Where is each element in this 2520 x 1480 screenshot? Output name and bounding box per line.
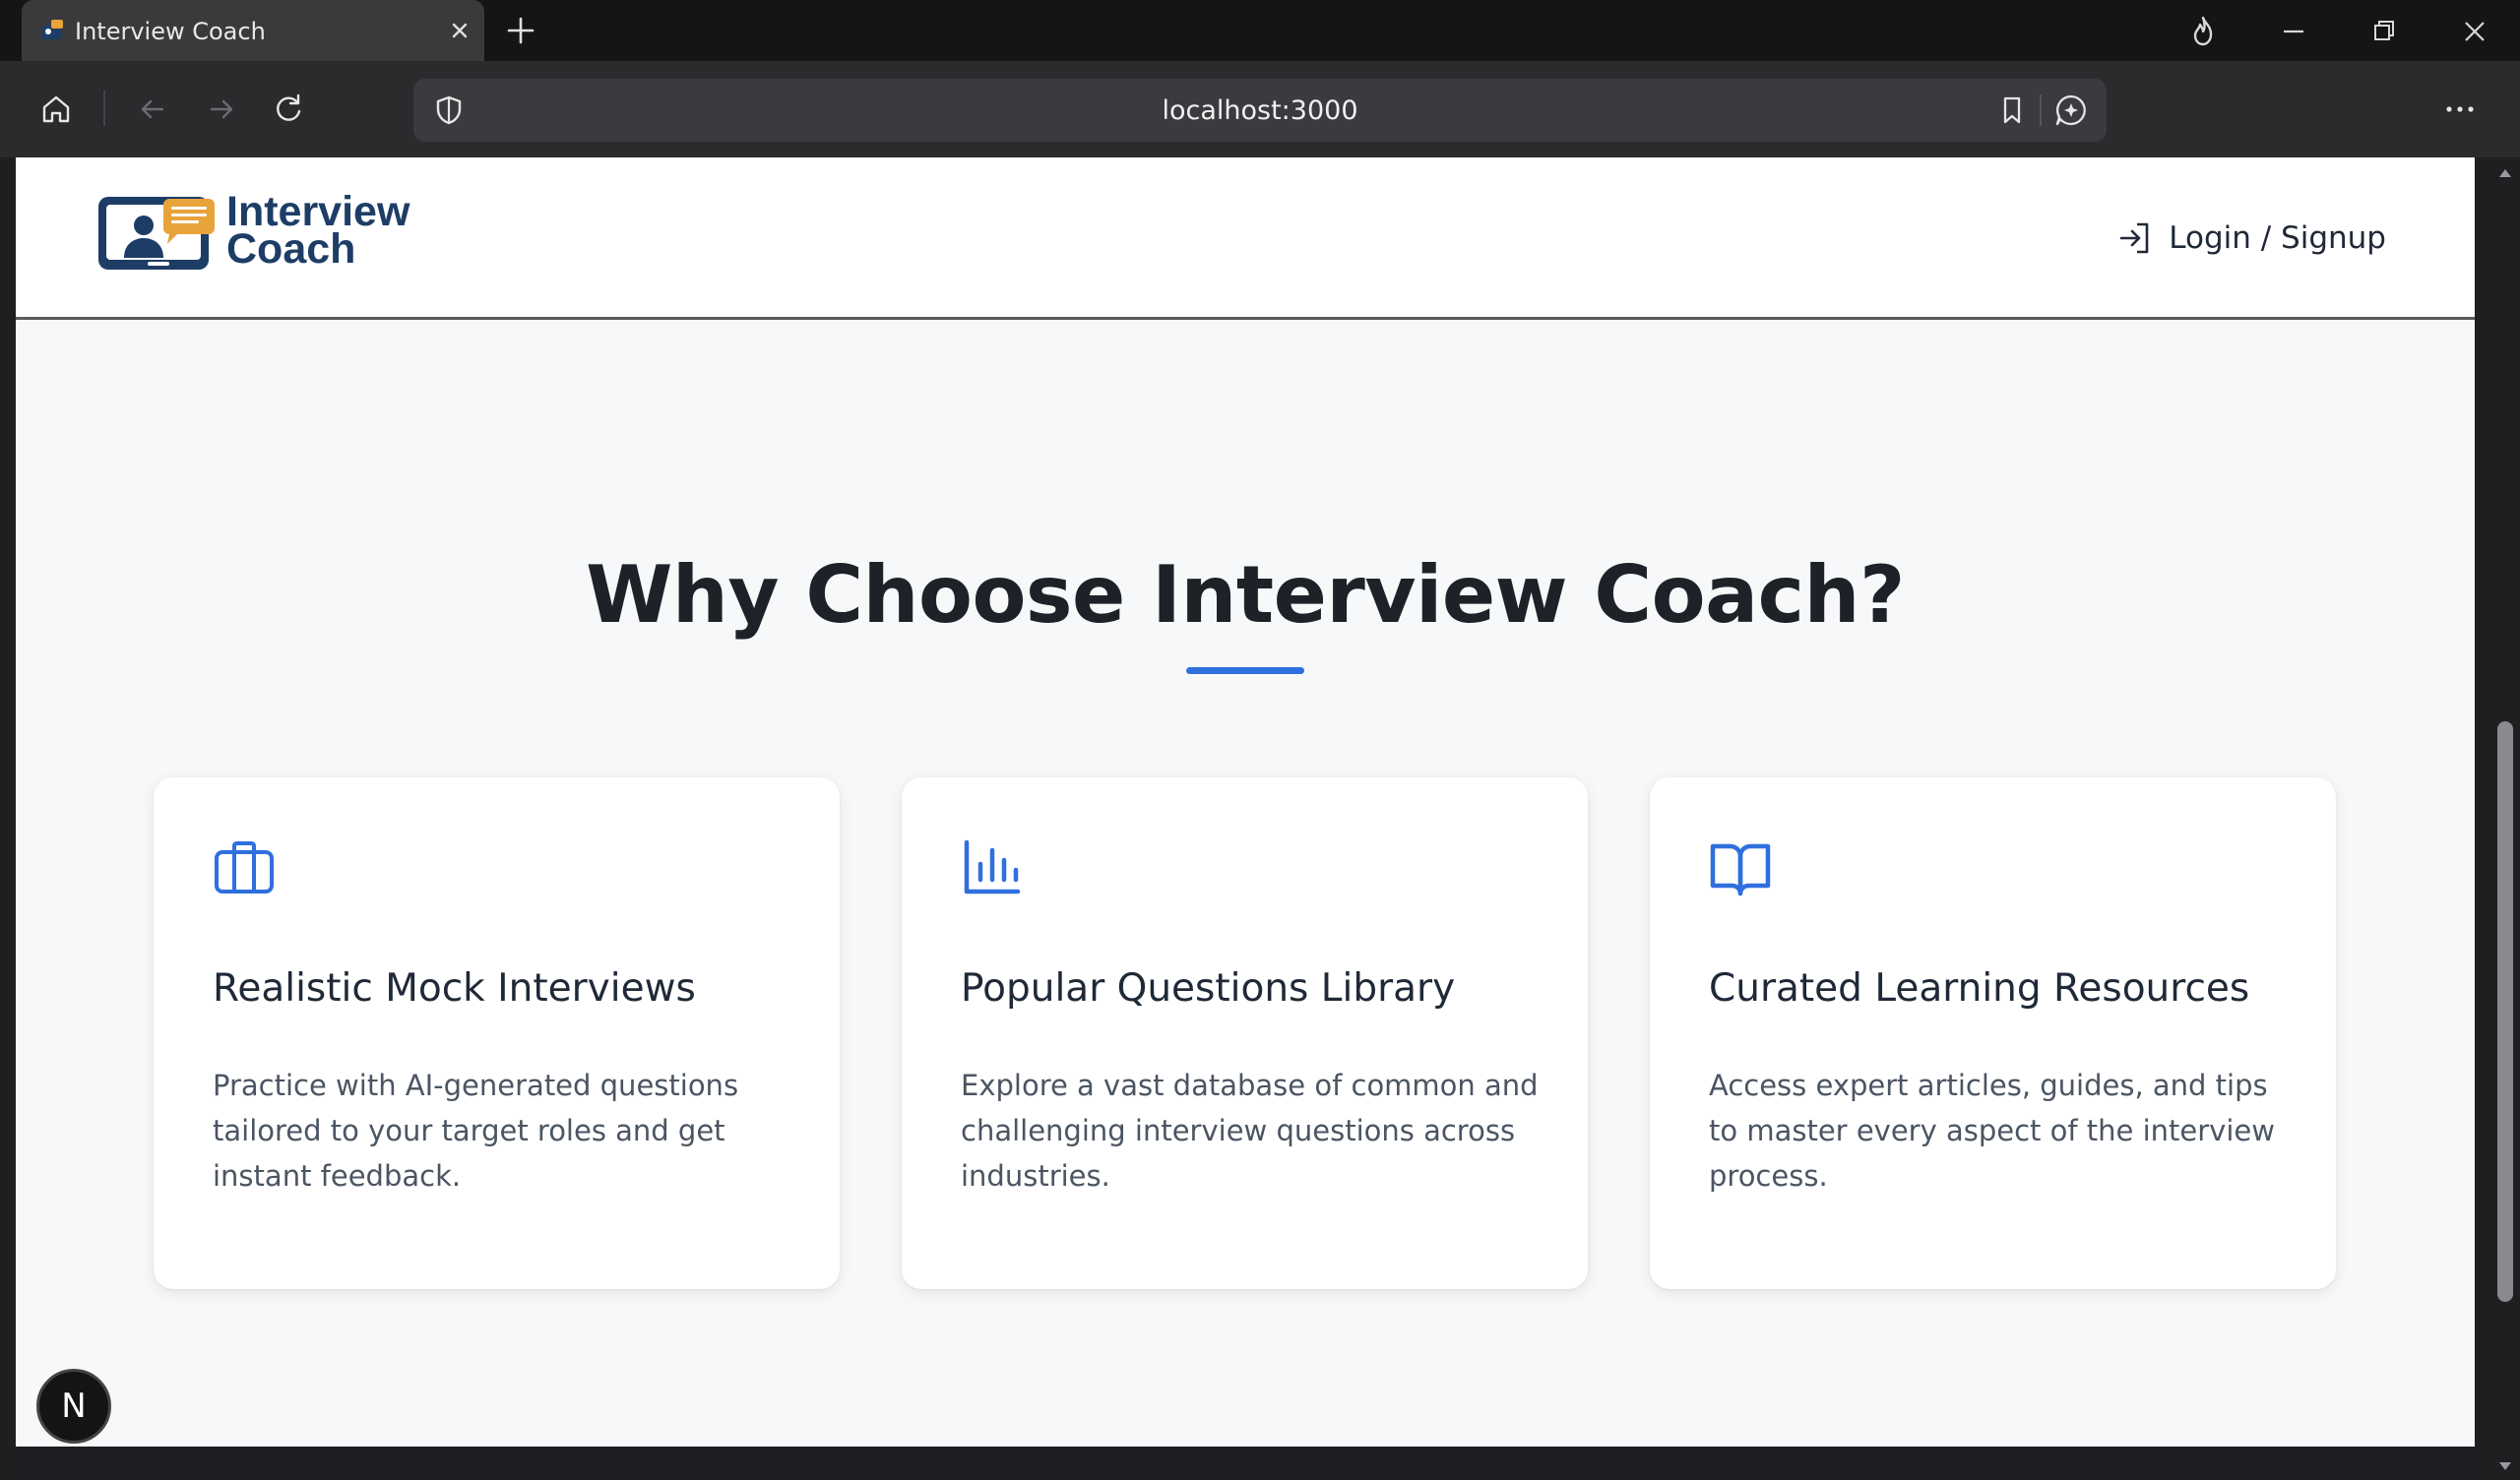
scroll-down-arrow-icon[interactable]	[2497, 1458, 2513, 1474]
feature-title: Curated Learning Resources	[1709, 966, 2250, 1011]
site-footer	[16, 1447, 2475, 1480]
url-text[interactable]: localhost:3000	[413, 95, 2107, 126]
site-header: Interview Coach Login / Signup	[16, 157, 2475, 320]
new-tab-icon[interactable]	[504, 14, 537, 47]
tab-title: Interview Coach	[75, 18, 266, 45]
browser-titlebar: Interview Coach	[0, 0, 2520, 61]
page-viewport: Interview Coach Login / Signup Why Choos…	[16, 157, 2475, 1480]
login-signup-button[interactable]: Login / Signup	[2115, 216, 2386, 260]
home-icon[interactable]	[33, 87, 79, 132]
site-logo[interactable]: Interview Coach	[94, 191, 459, 276]
scroll-thumb[interactable]	[2497, 721, 2513, 1302]
reload-icon[interactable]	[266, 87, 311, 132]
logo-line-2: Coach	[226, 225, 356, 273]
briefcase-icon	[215, 841, 274, 894]
address-bar-divider	[2040, 94, 2042, 126]
feature-description: Access expert articles, guides, and tips…	[1709, 1069, 2275, 1193]
browser-toolbar: localhost:3000	[0, 61, 2520, 157]
toolbar-divider	[103, 91, 105, 126]
address-bar[interactable]: localhost:3000	[413, 79, 2107, 142]
back-arrow-icon[interactable]	[130, 87, 175, 132]
minimize-icon[interactable]	[2272, 10, 2315, 53]
feature-title: Popular Questions Library	[961, 966, 1456, 1011]
restore-icon[interactable]	[2362, 10, 2406, 53]
scroll-up-arrow-icon[interactable]	[2497, 165, 2513, 181]
favicon-icon	[41, 20, 63, 39]
bar-chart-icon	[964, 839, 1021, 894]
nextjs-dev-badge[interactable]: N	[36, 1369, 111, 1444]
feature-description: Practice with AI-generated questions tai…	[213, 1069, 739, 1193]
bookmark-icon[interactable]	[1992, 91, 2032, 130]
feature-card-learning-resources: Curated Learning Resources Access expert…	[1650, 777, 2336, 1289]
close-window-icon[interactable]	[2453, 10, 2496, 53]
features-heading: Why Choose Interview Coach?	[586, 549, 1905, 641]
flame-icon[interactable]	[2181, 10, 2225, 53]
browser-tab[interactable]: Interview Coach	[22, 0, 484, 61]
feature-card-mock-interviews: Realistic Mock Interviews Practice with …	[154, 777, 840, 1289]
open-book-icon	[1710, 843, 1771, 896]
dev-badge-label: N	[61, 1387, 87, 1426]
feature-title: Realistic Mock Interviews	[213, 966, 696, 1011]
heading-underline	[1186, 667, 1304, 674]
login-signup-label: Login / Signup	[2169, 220, 2386, 256]
ai-chat-icon[interactable]	[2049, 89, 2093, 132]
more-menu-icon[interactable]	[2437, 87, 2483, 132]
forward-arrow-icon[interactable]	[199, 87, 244, 132]
feature-description: Explore a vast database of common and ch…	[961, 1069, 1539, 1193]
logo-wordmark: Interview Coach	[226, 191, 410, 273]
feature-card-questions-library: Popular Questions Library Explore a vast…	[902, 777, 1588, 1289]
page-scrollbar[interactable]	[2490, 157, 2520, 1480]
close-tab-icon[interactable]	[445, 16, 474, 45]
login-icon	[2119, 222, 2149, 254]
logo-emblem-icon	[98, 197, 215, 270]
